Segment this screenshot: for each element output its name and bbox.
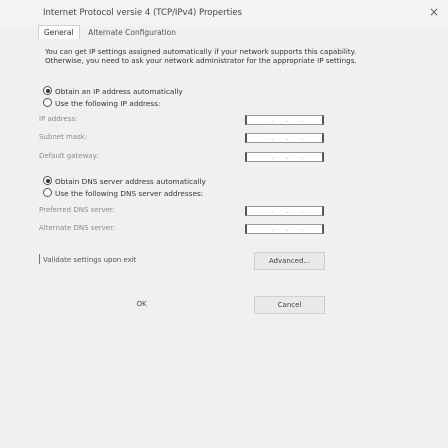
validate-settings-checkbox[interactable]: Validate settings upon exit (39, 254, 136, 264)
alternate-dns-label: Alternate DNS server: (39, 224, 116, 232)
obtain-dns-auto-radio[interactable]: Obtain DNS server address automatically (43, 176, 206, 186)
tab-general[interactable]: General (38, 25, 80, 39)
use-ip-manual-label: Use the following IP address: (55, 99, 161, 108)
tab-alternate-configuration[interactable]: Alternate Configuration (82, 25, 182, 39)
advanced-button[interactable]: Advanced... (254, 252, 325, 270)
radio-icon (43, 176, 52, 185)
use-dns-manual-label: Use the following DNS server addresses: (55, 189, 204, 198)
radio-icon (43, 188, 52, 197)
use-dns-manual-radio[interactable]: Use the following DNS server addresses: (43, 188, 203, 198)
close-icon[interactable]: × (426, 4, 442, 20)
preferred-dns-label: Preferred DNS server: (39, 206, 116, 214)
general-panel: You can get IP settings assigned automat… (38, 43, 430, 441)
obtain-ip-auto-label: Obtain an IP address automatically (55, 87, 183, 96)
tab-strip: General Alternate Configuration (38, 25, 182, 42)
window-title: Internet Protocol versie 4 (TCP/IPv4) Pr… (43, 8, 242, 18)
alternate-dns-field[interactable]: ... (245, 224, 324, 234)
ip-address-label: IP address: (39, 115, 78, 123)
obtain-dns-auto-label: Obtain DNS server address automatically (55, 177, 206, 186)
title-bar: Internet Protocol versie 4 (TCP/IPv4) Pr… (0, 0, 448, 26)
ok-button[interactable]: OK (124, 296, 159, 312)
preferred-dns-field[interactable]: ... (245, 206, 324, 216)
default-gateway-label: Default gateway: (39, 152, 99, 160)
cancel-button[interactable]: Cancel (254, 296, 325, 314)
subnet-mask-label: Subnet mask: (39, 133, 88, 141)
subnet-mask-field[interactable]: ... (245, 133, 324, 143)
description-text: You can get IP settings assigned automat… (45, 47, 357, 65)
validate-settings-label: Validate settings upon exit (43, 256, 137, 264)
radio-icon (43, 86, 52, 95)
use-ip-manual-radio[interactable]: Use the following IP address: (43, 98, 160, 108)
checkbox-icon (39, 254, 40, 264)
radio-icon (43, 98, 52, 107)
obtain-ip-auto-radio[interactable]: Obtain an IP address automatically (43, 86, 183, 96)
ip-address-field[interactable]: ... (245, 115, 324, 125)
default-gateway-field[interactable]: ... (245, 152, 324, 162)
